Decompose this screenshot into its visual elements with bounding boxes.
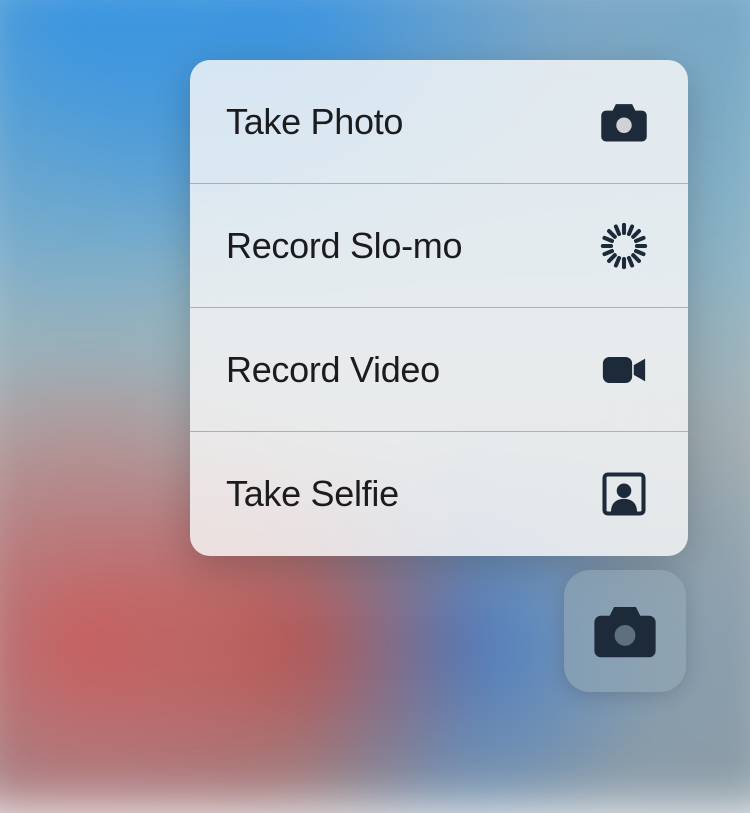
camera-app-icon[interactable]	[564, 570, 686, 692]
camera-quick-actions-menu: Take Photo Record Slo-mo	[190, 60, 688, 556]
menu-item-record-slomo[interactable]: Record Slo-mo	[190, 184, 688, 308]
selfie-icon	[596, 466, 652, 522]
menu-item-label: Take Photo	[226, 101, 403, 143]
menu-item-label: Take Selfie	[226, 473, 399, 515]
video-icon	[596, 342, 652, 398]
camera-icon	[596, 94, 652, 150]
menu-item-take-photo[interactable]: Take Photo	[190, 60, 688, 184]
slomo-icon	[596, 218, 652, 274]
menu-item-label: Record Video	[226, 349, 440, 391]
menu-item-take-selfie[interactable]: Take Selfie	[190, 432, 688, 556]
menu-item-label: Record Slo-mo	[226, 225, 462, 267]
menu-item-record-video[interactable]: Record Video	[190, 308, 688, 432]
